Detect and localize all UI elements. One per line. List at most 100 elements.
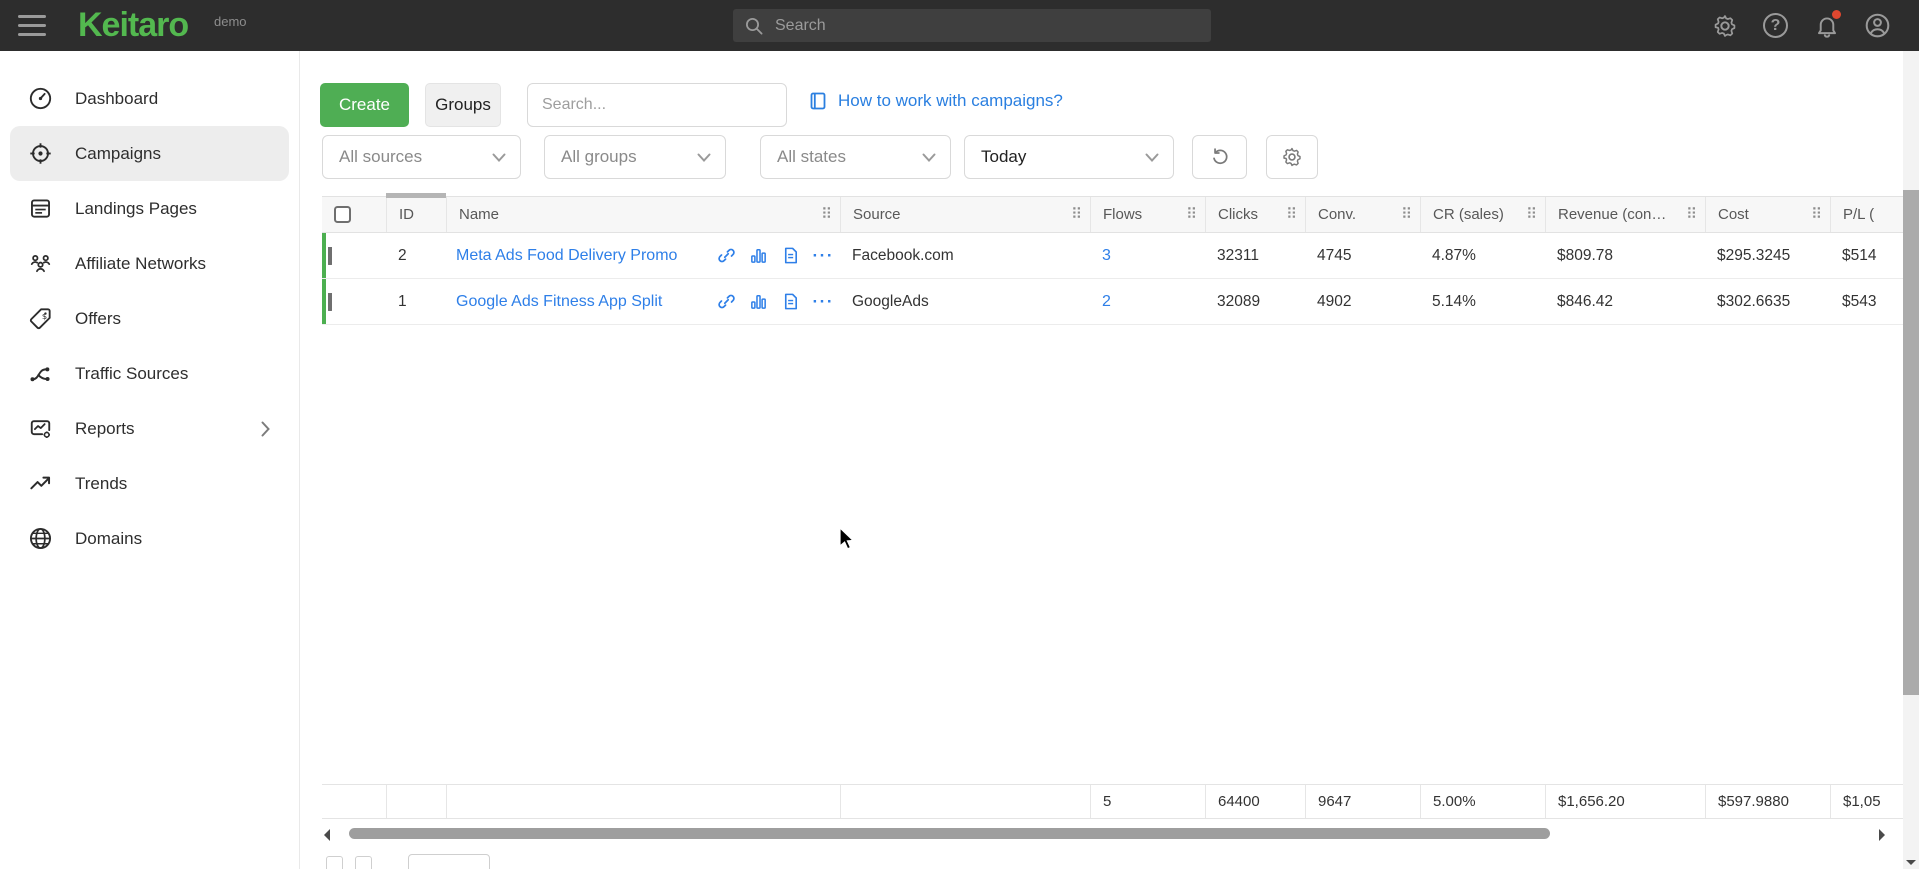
totals-pl: $1,05	[1830, 785, 1903, 818]
campaign-name-link[interactable]: Google Ads Fitness App Split	[456, 293, 662, 311]
campaign-stats-icon[interactable]	[749, 246, 768, 265]
sidebar-item-domains[interactable]: Domains	[10, 511, 289, 566]
groups-filter-dropdown[interactable]: All groups	[544, 135, 726, 179]
search-icon	[745, 17, 763, 35]
column-drag-handle[interactable]: ⠿	[819, 205, 834, 224]
groups-button[interactable]: Groups	[425, 83, 501, 127]
campaign-name-link[interactable]: Meta Ads Food Delivery Promo	[456, 247, 677, 265]
row-checkbox[interactable]	[328, 293, 332, 311]
campaign-log-icon[interactable]	[781, 246, 800, 265]
chevron-right-icon	[261, 421, 271, 437]
sidebar-item-landings-pages[interactable]: Landings Pages	[10, 181, 289, 236]
column-header-source: Source⠿	[840, 197, 1090, 232]
horizontal-scrollbar	[322, 826, 1887, 843]
offers-tag-icon: $	[28, 306, 53, 331]
menu-toggle-button[interactable]	[18, 13, 46, 38]
horizontal-scrollbar-thumb[interactable]	[349, 828, 1550, 839]
sidebar-item-trends[interactable]: Trends	[10, 456, 289, 511]
campaign-log-icon[interactable]	[781, 292, 800, 311]
gear-icon	[1281, 146, 1303, 168]
sidebar-item-affiliate-networks[interactable]: Affiliate Networks	[10, 236, 289, 291]
create-button[interactable]: Create	[320, 83, 409, 127]
totals-flows: 5	[1090, 785, 1205, 818]
column-header-conv: Conv.⠿	[1305, 197, 1420, 232]
cost-value: $295.3245	[1705, 247, 1830, 265]
table-settings-button[interactable]	[1266, 135, 1318, 179]
pagination-button[interactable]	[355, 856, 372, 869]
column-drag-handle[interactable]: ⠿	[1684, 205, 1699, 224]
totals-cr: 5.00%	[1420, 785, 1545, 818]
revenue-value: $846.42	[1545, 293, 1705, 311]
sidebar-item-reports[interactable]: Reports	[10, 401, 289, 456]
column-drag-handle[interactable]: ⠿	[1184, 205, 1199, 224]
campaign-url-link-icon[interactable]	[717, 246, 736, 265]
column-drag-handle[interactable]: ⠿	[1399, 205, 1414, 224]
more-actions-icon[interactable]: ···	[813, 246, 834, 266]
notifications-bell-icon[interactable]	[1813, 12, 1840, 39]
cr-value: 4.87%	[1420, 247, 1545, 265]
notification-badge	[1832, 10, 1841, 19]
sidebar-item-dashboard[interactable]: Dashboard	[10, 71, 289, 126]
account-avatar-icon[interactable]	[1864, 12, 1891, 39]
states-filter-dropdown[interactable]: All states	[760, 135, 951, 179]
environment-label: demo	[214, 14, 247, 29]
table-header-row: ID Name⠿ Source⠿ Flows⠿ Clicks⠿ Conv.⠿ C…	[322, 196, 1903, 233]
column-drag-handle[interactable]: ⠿	[1284, 205, 1299, 224]
scroll-left-arrow[interactable]	[324, 829, 330, 841]
global-search[interactable]	[733, 9, 1211, 42]
sidebar-item-label: Domains	[75, 529, 142, 549]
page-size-select[interactable]	[408, 854, 490, 869]
landing-pages-icon	[28, 196, 53, 221]
how-to-work-label: How to work with campaigns?	[838, 91, 1063, 111]
chevron-down-icon	[492, 153, 506, 162]
global-search-input[interactable]	[775, 17, 1199, 35]
topbar: Keitaro demo ?	[0, 0, 1919, 51]
pagination-button[interactable]	[326, 856, 343, 869]
campaign-stats-icon[interactable]	[749, 292, 768, 311]
refresh-button[interactable]	[1192, 135, 1247, 179]
row-checkbox[interactable]	[328, 247, 332, 265]
table-row: 1 Google Ads Fitness App Split ··· Googl…	[322, 279, 1903, 325]
scroll-down-arrow[interactable]	[1906, 860, 1916, 865]
main-content: Create Groups How to work with campaigns…	[300, 51, 1903, 869]
pl-value: $514	[1830, 247, 1903, 265]
svg-text:$: $	[42, 311, 47, 321]
flows-count-link[interactable]: 2	[1102, 293, 1111, 310]
campaign-id: 1	[386, 293, 446, 311]
help-icon[interactable]: ?	[1762, 12, 1789, 39]
campaign-url-link-icon[interactable]	[717, 292, 736, 311]
sidebar-item-campaigns[interactable]: Campaigns	[10, 126, 289, 181]
campaign-source: GoogleAds	[840, 293, 1090, 311]
totals-clicks: 64400	[1205, 785, 1305, 818]
column-header-flows: Flows⠿	[1090, 197, 1205, 232]
chevron-down-icon	[922, 153, 936, 162]
conversions-value: 4902	[1305, 293, 1420, 311]
campaigns-target-icon	[28, 141, 53, 166]
reports-chart-icon	[28, 416, 53, 441]
id-column-indicator	[386, 193, 446, 198]
campaign-source: Facebook.com	[840, 247, 1090, 265]
column-drag-handle[interactable]: ⠿	[1809, 205, 1824, 224]
sidebar-item-offers[interactable]: $ Offers	[10, 291, 289, 346]
campaigns-search-input[interactable]	[527, 83, 787, 127]
sources-filter-dropdown[interactable]: All sources	[322, 135, 521, 179]
sidebar-item-label: Affiliate Networks	[75, 254, 206, 274]
more-actions-icon[interactable]: ···	[813, 292, 834, 312]
sources-filter-value: All sources	[339, 147, 422, 167]
select-all-checkbox[interactable]	[334, 206, 351, 223]
scroll-right-arrow[interactable]	[1879, 829, 1885, 841]
traffic-sources-split-icon	[28, 361, 53, 386]
sidebar-item-label: Landings Pages	[75, 199, 197, 219]
trends-icon	[28, 471, 53, 496]
date-range-dropdown[interactable]: Today	[964, 135, 1174, 179]
refresh-icon	[1209, 146, 1231, 168]
column-drag-handle[interactable]: ⠿	[1524, 205, 1539, 224]
settings-icon[interactable]	[1711, 12, 1738, 39]
how-to-work-link[interactable]: How to work with campaigns?	[808, 91, 1063, 111]
vertical-scrollbar-thumb[interactable]	[1903, 190, 1919, 695]
totals-conversions: 9647	[1305, 785, 1420, 818]
column-header-cost: Cost⠿	[1705, 197, 1830, 232]
sidebar-item-traffic-sources[interactable]: Traffic Sources	[10, 346, 289, 401]
column-drag-handle[interactable]: ⠿	[1069, 205, 1084, 224]
flows-count-link[interactable]: 3	[1102, 247, 1111, 264]
